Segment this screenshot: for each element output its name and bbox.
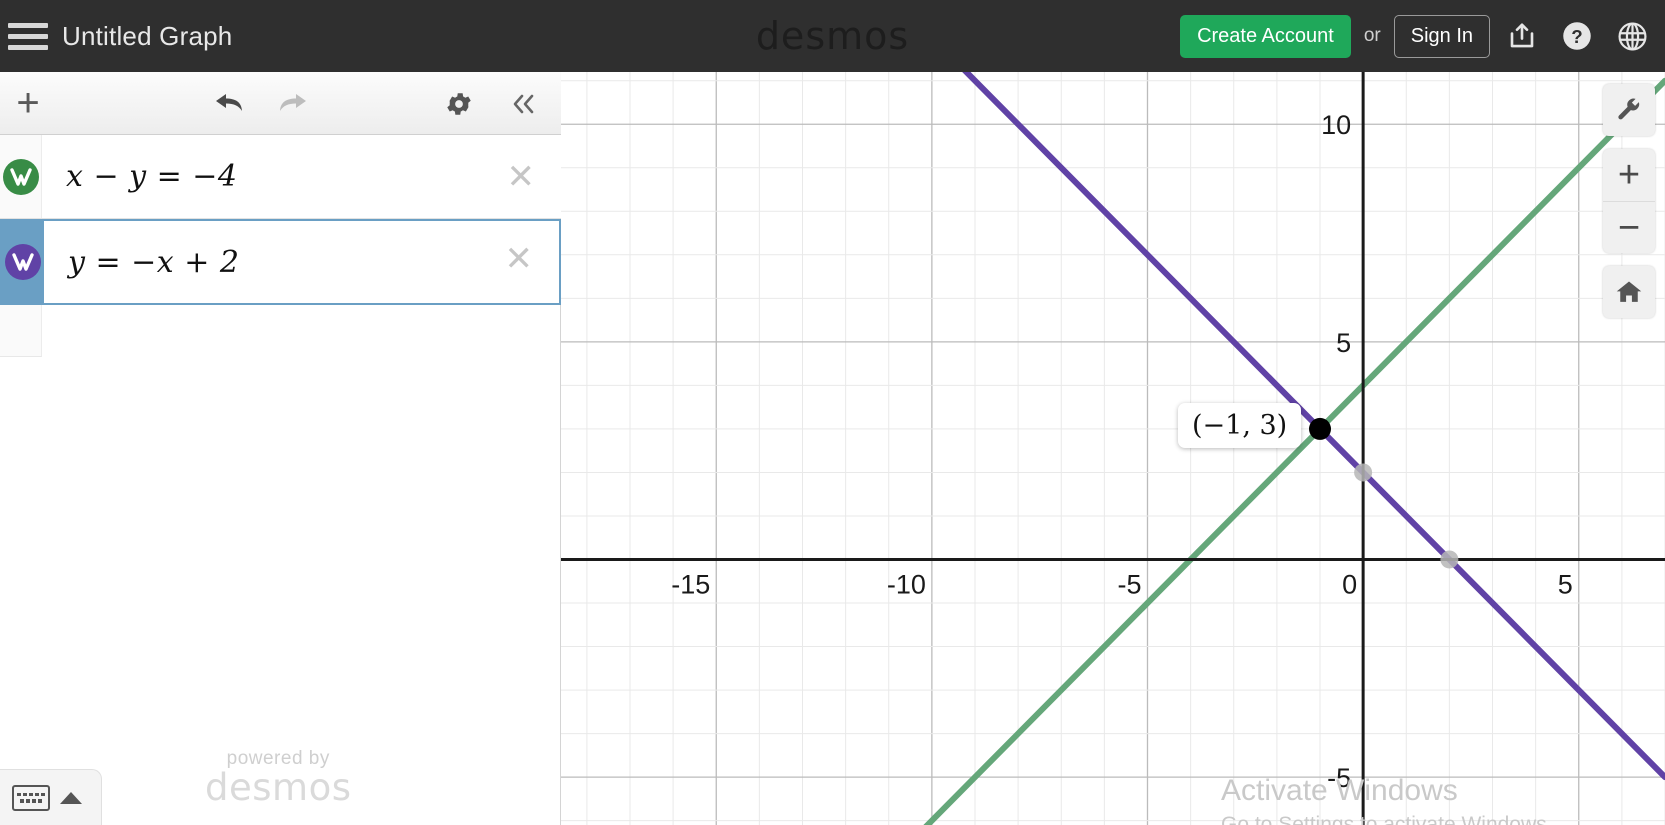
collapse-panel-button[interactable] — [495, 72, 551, 135]
drag-handle-point[interactable] — [1440, 550, 1459, 569]
expression-color-swatch-1[interactable] — [2, 158, 39, 195]
intersection-point[interactable] — [1309, 417, 1331, 440]
header-actions: Create Account or Sign In ? — [1180, 0, 1655, 72]
x-tick-label: -10 — [887, 569, 926, 599]
home-group — [1603, 266, 1655, 318]
empty-expression-slot[interactable] — [0, 305, 42, 357]
expression-input-2[interactable]: y = −x + 2 — [44, 221, 559, 303]
help-question-icon[interactable]: ? — [1554, 13, 1600, 59]
caret-up-icon[interactable] — [60, 791, 82, 804]
x-tick-label: -5 — [1117, 569, 1141, 599]
powered-by-brand: desmos — [205, 766, 352, 809]
keyboard-icon — [12, 784, 50, 811]
hamburger-bar — [8, 33, 48, 39]
y-tick-label: -5 — [1327, 763, 1351, 793]
y-tick-label: 5 — [1336, 328, 1351, 358]
y-tick-label: 10 — [1321, 110, 1351, 140]
gear-icon[interactable] — [433, 72, 485, 135]
expression-color-swatch-2[interactable] — [5, 244, 41, 280]
create-account-button[interactable]: Create Account — [1180, 14, 1351, 58]
x-tick-label: 5 — [1558, 569, 1573, 599]
expression-row-1[interactable]: x − y = −4 ✕ — [0, 135, 561, 219]
keyboard-toggle-button[interactable] — [0, 769, 102, 825]
powered-by-label: powered by — [226, 748, 330, 769]
redo-arrow-icon[interactable] — [265, 72, 321, 135]
intersection-point-label: (−1, 3) — [1178, 402, 1302, 448]
home-icon[interactable] — [1603, 266, 1655, 318]
expression-row-2[interactable]: y = −x + 2 ✕ — [0, 219, 561, 305]
expression-toolbar: + — [0, 72, 561, 135]
drag-handle-point[interactable] — [1354, 463, 1373, 482]
share-icon[interactable] — [1499, 13, 1545, 59]
desmos-calculator-app: Untitled Graph desmos Create Account or … — [0, 0, 1665, 825]
zoom-out-button[interactable]: − — [1603, 201, 1655, 253]
wrench-tools-icon[interactable] — [1603, 84, 1655, 136]
graph-svg: -15 -10 -5 0 5 10 5 -5 — [561, 72, 1665, 825]
expression-panel: + x − y = −4 ✕ y = −x + 2 ✕ powered by d… — [0, 72, 561, 825]
expression-list: x − y = −4 ✕ y = −x + 2 ✕ — [0, 135, 561, 357]
x-tick-label: -15 — [671, 569, 710, 599]
tools-group — [1603, 84, 1655, 136]
app-header: Untitled Graph desmos Create Account or … — [0, 0, 1665, 72]
hamburger-bar — [8, 44, 48, 50]
graph-background — [561, 72, 1665, 825]
graph-canvas[interactable]: -15 -10 -5 0 5 10 5 -5 (−1, 3) + − Activ… — [561, 72, 1665, 825]
or-label: or — [1363, 25, 1381, 46]
graph-title[interactable]: Untitled Graph — [62, 21, 232, 52]
globe-language-icon[interactable] — [1609, 13, 1655, 59]
zoom-in-button[interactable]: + — [1603, 149, 1655, 201]
hamburger-menu-icon[interactable] — [8, 21, 48, 51]
delete-expression-1-button[interactable]: ✕ — [507, 160, 536, 194]
delete-expression-2-button[interactable]: ✕ — [505, 242, 534, 276]
sign-in-button[interactable]: Sign In — [1393, 14, 1490, 58]
expression-latex-1: x − y = −4 — [66, 159, 238, 194]
svg-text:?: ? — [1571, 26, 1582, 47]
add-expression-button[interactable]: + — [0, 72, 56, 135]
expression-input-1[interactable]: x − y = −4 — [42, 135, 561, 218]
undo-arrow-icon[interactable] — [201, 72, 257, 135]
expression-latex-2: y = −x + 2 — [68, 244, 240, 280]
graph-controls: + − — [1603, 84, 1655, 331]
zoom-group: + − — [1603, 149, 1655, 253]
expression-color-cell-1[interactable] — [0, 135, 42, 218]
hamburger-bar — [8, 22, 48, 28]
desmos-logo: desmos — [755, 14, 910, 58]
expression-color-cell-2[interactable] — [2, 221, 44, 303]
powered-by-desmos: powered by desmos — [205, 748, 351, 809]
x-tick-label: 0 — [1342, 569, 1357, 599]
